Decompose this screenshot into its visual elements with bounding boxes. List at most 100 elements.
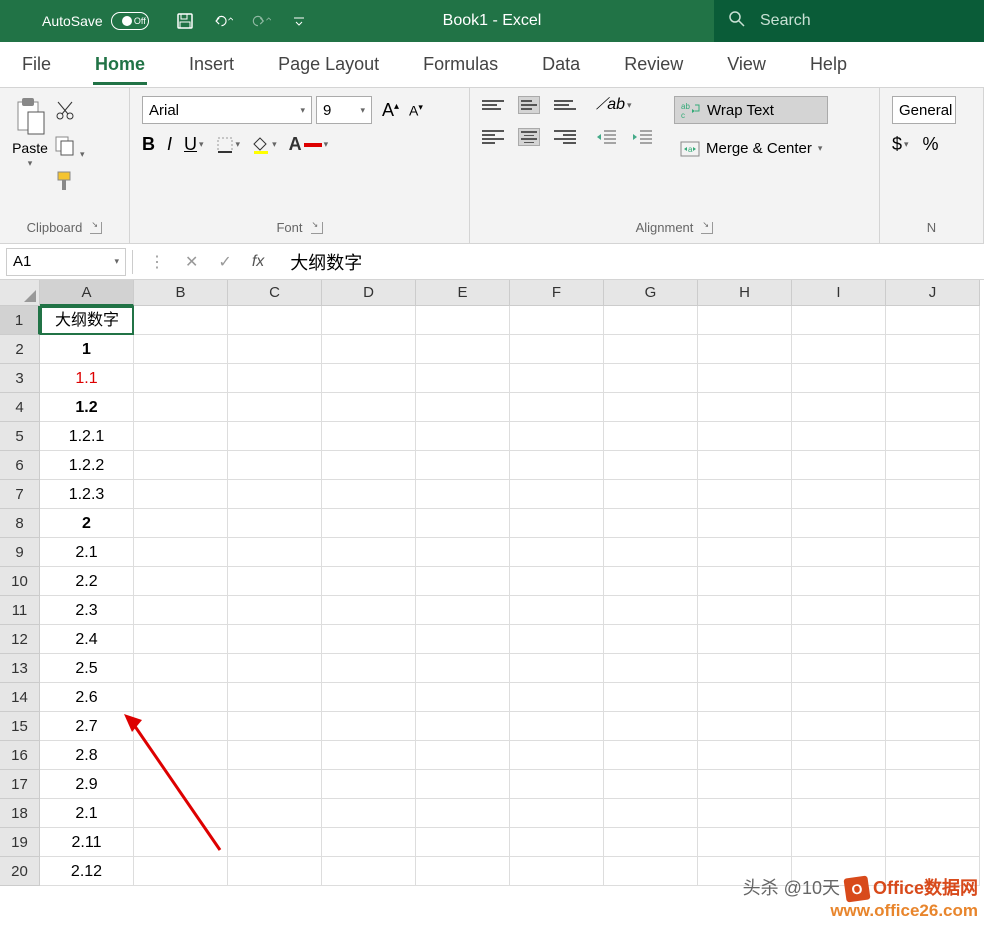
cell[interactable] — [322, 422, 416, 451]
cell[interactable] — [886, 828, 980, 857]
autosave-toggle[interactable]: AutoSave Off — [42, 12, 149, 30]
row-header[interactable]: 16 — [0, 741, 40, 770]
cell[interactable] — [228, 596, 322, 625]
increase-indent-icon[interactable] — [632, 128, 654, 146]
cell[interactable] — [792, 770, 886, 799]
cell[interactable] — [134, 422, 228, 451]
cell[interactable] — [604, 335, 698, 364]
row-header[interactable]: 18 — [0, 799, 40, 828]
cell[interactable] — [792, 625, 886, 654]
cell[interactable] — [134, 596, 228, 625]
cell[interactable] — [510, 596, 604, 625]
column-header[interactable]: E — [416, 280, 510, 306]
cell[interactable] — [886, 596, 980, 625]
cell[interactable] — [322, 857, 416, 886]
row-header[interactable]: 17 — [0, 770, 40, 799]
align-center-icon[interactable] — [518, 128, 540, 146]
cell[interactable]: 1.2.3 — [40, 480, 134, 509]
cell[interactable] — [416, 509, 510, 538]
cell[interactable] — [134, 625, 228, 654]
align-middle-icon[interactable] — [518, 96, 540, 114]
search-box[interactable]: Search — [714, 0, 984, 42]
cell[interactable] — [416, 770, 510, 799]
cell[interactable] — [228, 857, 322, 886]
cell[interactable] — [416, 596, 510, 625]
save-icon[interactable] — [175, 11, 195, 31]
cell[interactable] — [322, 828, 416, 857]
cell[interactable] — [322, 335, 416, 364]
cell[interactable] — [322, 567, 416, 596]
borders-button[interactable]: ▾ — [216, 136, 241, 154]
cell[interactable] — [322, 393, 416, 422]
cell[interactable] — [886, 712, 980, 741]
cell[interactable] — [322, 712, 416, 741]
cell[interactable] — [604, 567, 698, 596]
currency-button[interactable]: $▾ — [892, 134, 909, 155]
tab-page-layout[interactable]: Page Layout — [276, 44, 381, 85]
tab-help[interactable]: Help — [808, 44, 849, 85]
cell[interactable] — [886, 451, 980, 480]
cell[interactable] — [510, 828, 604, 857]
cell[interactable] — [886, 770, 980, 799]
row-header[interactable]: 8 — [0, 509, 40, 538]
cell[interactable]: 2.9 — [40, 770, 134, 799]
cell[interactable] — [604, 509, 698, 538]
increase-font-icon[interactable]: A▴ — [382, 100, 399, 121]
cell[interactable]: 2.11 — [40, 828, 134, 857]
column-header[interactable]: G — [604, 280, 698, 306]
cell[interactable] — [228, 509, 322, 538]
cell[interactable] — [228, 538, 322, 567]
alignment-launcher-icon[interactable] — [701, 222, 713, 234]
cell[interactable] — [604, 712, 698, 741]
cell[interactable] — [134, 335, 228, 364]
cell[interactable] — [134, 480, 228, 509]
enter-icon[interactable]: ✓ — [218, 252, 231, 272]
cell[interactable] — [134, 306, 228, 335]
cell[interactable] — [604, 770, 698, 799]
column-header[interactable]: B — [134, 280, 228, 306]
column-header[interactable]: H — [698, 280, 792, 306]
cell[interactable] — [322, 741, 416, 770]
cell[interactable] — [228, 451, 322, 480]
cell[interactable] — [792, 306, 886, 335]
row-header[interactable]: 15 — [0, 712, 40, 741]
cell[interactable] — [510, 335, 604, 364]
cell[interactable] — [886, 335, 980, 364]
row-header[interactable]: 12 — [0, 625, 40, 654]
cell[interactable] — [698, 770, 792, 799]
cell[interactable] — [604, 538, 698, 567]
tab-file[interactable]: File — [20, 44, 53, 85]
cell[interactable] — [698, 712, 792, 741]
cell[interactable] — [134, 683, 228, 712]
tab-review[interactable]: Review — [622, 44, 685, 85]
cell[interactable] — [228, 741, 322, 770]
cell[interactable]: 2.2 — [40, 567, 134, 596]
cell[interactable] — [416, 364, 510, 393]
row-header[interactable]: 20 — [0, 857, 40, 886]
cell[interactable] — [698, 422, 792, 451]
cell[interactable] — [416, 857, 510, 886]
cancel-icon[interactable]: ✕ — [185, 252, 198, 272]
cell[interactable] — [228, 625, 322, 654]
cell[interactable] — [698, 335, 792, 364]
cell[interactable] — [604, 828, 698, 857]
clipboard-launcher-icon[interactable] — [90, 222, 102, 234]
cell[interactable] — [510, 480, 604, 509]
cell[interactable] — [604, 422, 698, 451]
cell[interactable] — [604, 799, 698, 828]
cell[interactable] — [510, 306, 604, 335]
row-header[interactable]: 2 — [0, 335, 40, 364]
cell[interactable]: 2.1 — [40, 799, 134, 828]
cell[interactable] — [792, 567, 886, 596]
column-header[interactable]: D — [322, 280, 416, 306]
cell[interactable] — [416, 422, 510, 451]
cell[interactable]: 2 — [40, 509, 134, 538]
decrease-font-icon[interactable]: A▾ — [409, 102, 423, 119]
cell[interactable] — [792, 422, 886, 451]
cell[interactable] — [416, 451, 510, 480]
row-header[interactable]: 11 — [0, 596, 40, 625]
cell[interactable] — [134, 828, 228, 857]
cell[interactable] — [416, 712, 510, 741]
italic-button[interactable]: I — [167, 134, 172, 155]
cell[interactable] — [886, 306, 980, 335]
